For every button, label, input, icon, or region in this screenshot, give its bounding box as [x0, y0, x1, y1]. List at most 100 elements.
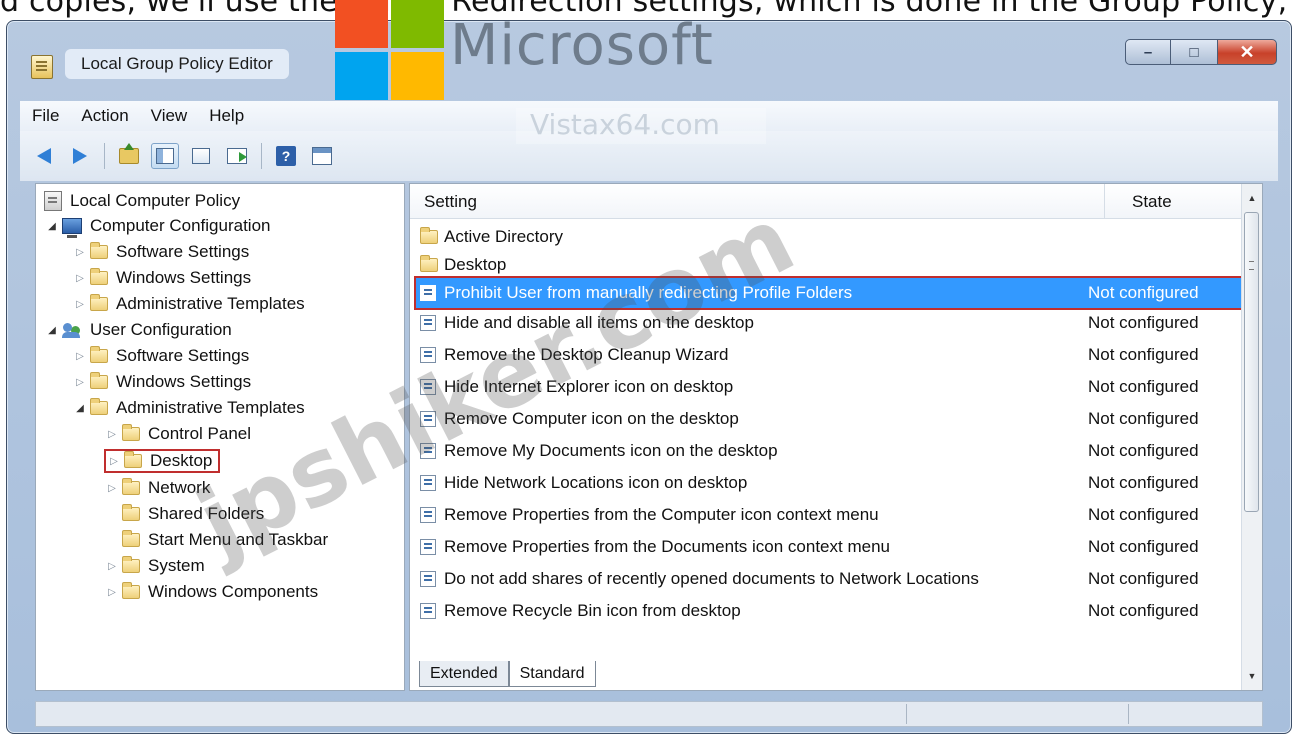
collapsed-arrow-icon[interactable]: ▷: [74, 247, 86, 258]
logo-blue-square: [335, 52, 388, 100]
up-one-level-button[interactable]: [115, 143, 143, 169]
scroll-down-arrow-icon[interactable]: ▼: [1242, 666, 1262, 686]
collapsed-arrow-icon[interactable]: ▷: [106, 561, 118, 572]
column-header-state[interactable]: State: [1132, 192, 1172, 212]
collapsed-arrow-icon[interactable]: ▷: [108, 456, 120, 467]
expanded-arrow-icon[interactable]: ◢: [74, 403, 86, 414]
annotation-highlight-box: ▷ Desktop: [104, 449, 221, 473]
tree-label: Software Settings: [116, 242, 250, 261]
collapsed-arrow-icon[interactable]: ▷: [106, 429, 118, 440]
tree-node-shared-folders[interactable]: Shared Folders: [122, 501, 264, 527]
tree-node-cc-windows-settings[interactable]: ▷ Windows Settings: [74, 265, 251, 291]
tree-node-uc-windows-settings[interactable]: ▷ Windows Settings: [74, 369, 251, 395]
policy-setting-icon: [420, 347, 436, 363]
setting-row[interactable]: Hide and disable all items on the deskto…: [416, 308, 1244, 338]
close-button[interactable]: ✕: [1217, 39, 1277, 65]
view-tabs: Extended Standard: [419, 661, 596, 689]
tree-node-control-panel[interactable]: ▷ Control Panel: [106, 421, 251, 447]
console-tree-icon: [156, 148, 174, 164]
setting-state: Not configured: [1088, 345, 1199, 364]
setting-row[interactable]: Remove Recycle Bin icon from desktop Not…: [416, 596, 1244, 626]
window-controls: – □ ✕: [1125, 39, 1277, 65]
setting-row[interactable]: Remove Computer icon on the desktop Not …: [416, 404, 1244, 434]
help-button[interactable]: ?: [272, 143, 300, 169]
status-divider: [1128, 704, 1129, 724]
policy-setting-icon: [420, 507, 436, 523]
menu-view[interactable]: View: [139, 106, 198, 126]
tree-node-network[interactable]: ▷ Network: [106, 475, 210, 501]
setting-name: Remove Properties from the Documents ico…: [444, 537, 890, 556]
folder-icon: [90, 398, 108, 415]
tree-node-uc-administrative-templates[interactable]: ◢ Administrative Templates: [74, 395, 305, 421]
list-folder-row[interactable]: Desktop: [416, 250, 1244, 280]
toolbar-separator: [104, 143, 105, 169]
show-hide-tree-button[interactable]: [151, 143, 179, 169]
collapsed-arrow-icon[interactable]: ▷: [74, 351, 86, 362]
properties-button[interactable]: [187, 143, 215, 169]
folder-icon: [122, 424, 140, 441]
folder-icon: [122, 530, 140, 547]
tree-node-start-menu-taskbar[interactable]: Start Menu and Taskbar: [122, 527, 328, 553]
setting-name: Hide and disable all items on the deskto…: [444, 313, 754, 332]
list-header: Setting State: [410, 184, 1244, 219]
setting-row[interactable]: Remove Properties from the Documents ico…: [416, 532, 1244, 562]
tab-standard[interactable]: Standard: [508, 661, 596, 687]
microsoft-logo-watermark: [335, 0, 445, 100]
tree-label: Windows Components: [148, 582, 319, 601]
scroll-thumb[interactable]: [1244, 212, 1259, 512]
folder-icon: [90, 268, 108, 285]
tree-label: Local Computer Policy: [70, 191, 241, 210]
tree-node-local-computer-policy[interactable]: Local Computer Policy: [44, 188, 240, 214]
setting-row[interactable]: Hide Internet Explorer icon on desktop N…: [416, 372, 1244, 402]
properties-icon: [192, 148, 210, 164]
menu-file[interactable]: File: [20, 106, 69, 126]
setting-row-selected[interactable]: Prohibit User from manually redirecting …: [414, 276, 1246, 310]
tree-node-windows-components[interactable]: ▷ Windows Components: [106, 579, 318, 605]
column-divider[interactable]: [1104, 184, 1105, 218]
setting-row[interactable]: Do not add shares of recently opened doc…: [416, 564, 1244, 594]
collapsed-arrow-icon[interactable]: ▷: [106, 483, 118, 494]
scroll-up-arrow-icon[interactable]: ▲: [1242, 188, 1262, 208]
setting-row[interactable]: Remove the Desktop Cleanup Wizard Not co…: [416, 340, 1244, 370]
expanded-arrow-icon[interactable]: ◢: [46, 221, 58, 232]
tree-node-user-configuration[interactable]: ◢ User Configuration: [46, 317, 232, 343]
collapsed-arrow-icon[interactable]: ▷: [74, 273, 86, 284]
maximize-button[interactable]: □: [1171, 39, 1217, 65]
tree-label: System: [148, 556, 205, 575]
tree-node-uc-software-settings[interactable]: ▷ Software Settings: [74, 343, 249, 369]
policy-setting-icon: [420, 285, 436, 301]
policy-setting-icon: [420, 571, 436, 587]
show-action-pane-button[interactable]: [308, 143, 336, 169]
back-button[interactable]: [30, 143, 58, 169]
setting-row[interactable]: Hide Network Locations icon on desktop N…: [416, 468, 1244, 498]
logo-green-square: [391, 0, 444, 48]
tab-extended[interactable]: Extended: [419, 661, 509, 687]
tree-node-system[interactable]: ▷ System: [106, 553, 205, 579]
policy-setting-icon: [420, 539, 436, 555]
minimize-button[interactable]: –: [1125, 39, 1171, 65]
menu-help[interactable]: Help: [197, 106, 254, 126]
collapsed-arrow-icon[interactable]: ▷: [74, 299, 86, 310]
forward-button[interactable]: [66, 143, 94, 169]
list-folder-row[interactable]: Active Directory: [416, 222, 1244, 252]
setting-row[interactable]: Remove Properties from the Computer icon…: [416, 500, 1244, 530]
tree-node-computer-configuration[interactable]: ◢ Computer Configuration: [46, 213, 270, 239]
tree-node-cc-software-settings[interactable]: ▷ Software Settings: [74, 239, 249, 265]
export-list-button[interactable]: [223, 143, 251, 169]
folder-icon: [122, 504, 140, 521]
setting-name: Do not add shares of recently opened doc…: [444, 569, 979, 588]
menu-action[interactable]: Action: [69, 106, 138, 126]
logo-red-square: [335, 0, 388, 48]
policy-setting-icon: [420, 443, 436, 459]
vertical-scrollbar[interactable]: ▲ ▼: [1241, 184, 1262, 690]
setting-name: Remove Properties from the Computer icon…: [444, 505, 879, 524]
collapsed-arrow-icon[interactable]: ▷: [106, 587, 118, 598]
column-header-setting[interactable]: Setting: [424, 192, 477, 212]
tree-node-cc-administrative-templates[interactable]: ▷ Administrative Templates: [74, 291, 305, 317]
tree-node-desktop[interactable]: ▷ Desktop: [104, 448, 221, 474]
collapsed-arrow-icon[interactable]: ▷: [74, 377, 86, 388]
folder-icon: [90, 346, 108, 363]
tree-label: Administrative Templates: [116, 294, 305, 313]
expanded-arrow-icon[interactable]: ◢: [46, 325, 58, 336]
setting-row[interactable]: Remove My Documents icon on the desktop …: [416, 436, 1244, 466]
